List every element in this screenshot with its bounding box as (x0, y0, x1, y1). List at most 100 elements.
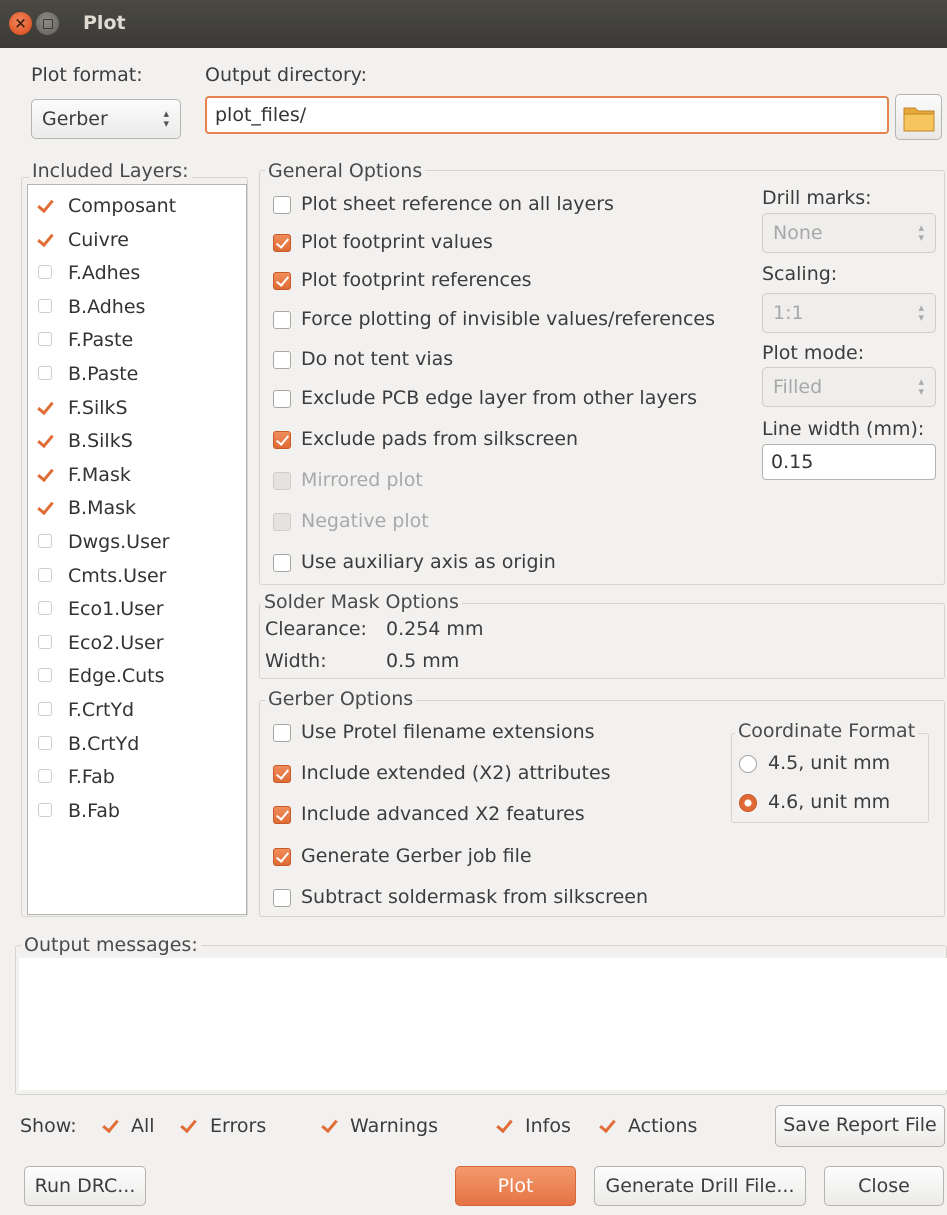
solder-mask-frame (259, 603, 945, 679)
close-window-icon[interactable]: × (9, 12, 32, 35)
coordinate-format-title: Coordinate Format (735, 720, 919, 742)
output-messages-box[interactable] (19, 958, 947, 1090)
general-option-checkbox[interactable] (273, 234, 291, 252)
show-warnings-checkbox[interactable] (322, 1118, 336, 1132)
gerber-options-title: Gerber Options (265, 688, 417, 710)
general-option-label: Plot sheet reference on all layers (301, 193, 614, 215)
layer-checkbox[interactable] (38, 702, 52, 716)
layer-checkbox[interactable] (38, 668, 52, 683)
gerber-option-checkbox[interactable] (273, 889, 291, 907)
general-option-checkbox[interactable] (273, 513, 291, 531)
plot-mode-select[interactable]: Filled ▴ ▾ (762, 367, 936, 407)
layer-label: B.Mask (68, 497, 137, 520)
general-option-label: Exclude PCB edge layer from other layers (301, 387, 697, 409)
layer-checkbox[interactable] (38, 534, 52, 548)
general-option-checkbox[interactable] (273, 554, 291, 572)
close-button[interactable]: Close (824, 1166, 944, 1206)
show-all-checkbox[interactable] (103, 1118, 117, 1132)
gerber-option-checkbox[interactable] (273, 848, 291, 866)
scaling-value: 1:1 (773, 302, 804, 324)
show-actions-label: Actions (628, 1115, 698, 1137)
layer-checkbox[interactable] (38, 467, 52, 481)
layer-label: Cmts.User (68, 564, 167, 587)
show-errors-checkbox[interactable] (181, 1118, 195, 1132)
drill-marks-select[interactable]: None ▴ ▾ (762, 213, 936, 253)
minimize-window-icon[interactable] (36, 12, 59, 35)
save-report-file-button[interactable]: Save Report File (775, 1105, 945, 1147)
layer-checkbox[interactable] (38, 332, 52, 347)
layer-checkbox[interactable] (38, 567, 52, 582)
general-option-checkbox[interactable] (273, 472, 291, 490)
general-option-label: Mirrored plot (301, 469, 423, 491)
layer-label: Edge.Cuts (68, 665, 165, 688)
drill-marks-label: Drill marks: (762, 187, 872, 209)
layer-label: B.Adhes (68, 295, 146, 318)
output-directory-label: Output directory: (205, 64, 368, 86)
layer-checkbox[interactable] (38, 735, 52, 750)
general-option-checkbox[interactable] (273, 390, 291, 408)
show-infos-label: Infos (525, 1115, 571, 1137)
layer-checkbox[interactable] (38, 769, 52, 784)
coord-format-4-6-radio[interactable] (739, 794, 757, 812)
window-title: Plot (83, 12, 126, 34)
browse-folder-button[interactable] (895, 94, 942, 140)
width-value: 0.5 mm (386, 650, 460, 672)
output-directory-input[interactable]: plot_files/ (205, 96, 889, 134)
layer-checkbox[interactable] (38, 232, 52, 246)
generate-drill-file-button[interactable]: Generate Drill File... (594, 1166, 806, 1206)
spin-arrows-icon: ▴ ▾ (163, 107, 169, 130)
show-infos-checkbox[interactable] (497, 1118, 511, 1132)
clearance-label: Clearance: (265, 618, 367, 640)
layers-list: Composant Cuivre F.Adhes B.Adhes F.Paste B.Pa… (27, 184, 247, 915)
gerber-option-checkbox[interactable] (273, 806, 291, 824)
layer-label: Eco1.User (68, 598, 164, 621)
layer-label: F.SilkS (68, 396, 128, 419)
layer-checkbox[interactable] (38, 433, 52, 447)
coord-format-4-5-radio[interactable] (739, 755, 757, 773)
spin-arrows-icon: ▴ ▾ (918, 375, 924, 398)
layer-checkbox[interactable] (38, 366, 52, 380)
run-drc-button[interactable]: Run DRC... (24, 1166, 146, 1206)
layer-label: F.Mask (68, 463, 131, 486)
plot-button[interactable]: Plot (455, 1166, 576, 1206)
layer-label: F.Fab (68, 766, 115, 789)
coord-format-4-5-label: 4.5, unit mm (768, 752, 891, 774)
layer-checkbox[interactable] (38, 634, 52, 649)
spin-arrows-icon: ▴ ▾ (918, 301, 924, 324)
general-option-checkbox[interactable] (273, 272, 291, 290)
included-layers-label: Included Layers: (29, 160, 192, 182)
coord-format-4-6-label: 4.6, unit mm (768, 791, 891, 813)
general-option-checkbox[interactable] (273, 431, 291, 449)
show-all-label: All (131, 1115, 155, 1137)
title-bar: × Plot (0, 0, 947, 48)
general-option-checkbox[interactable] (273, 196, 291, 214)
show-label: Show: (20, 1115, 77, 1137)
line-width-input[interactable]: 0.15 (762, 444, 936, 480)
layer-checkbox[interactable] (38, 265, 52, 280)
scaling-label: Scaling: (762, 263, 838, 285)
general-option-checkbox[interactable] (273, 351, 291, 369)
layer-checkbox[interactable] (38, 601, 52, 616)
general-option-label: Plot footprint values (301, 231, 493, 253)
gerber-option-label: Subtract soldermask from silkscreen (301, 886, 649, 908)
show-actions-checkbox[interactable] (600, 1118, 614, 1132)
layer-checkbox[interactable] (38, 400, 52, 414)
general-option-label: Force plotting of invisible values/refer… (301, 308, 715, 330)
gerber-option-label: Generate Gerber job file (301, 845, 532, 867)
general-option-checkbox[interactable] (273, 311, 291, 329)
gerber-option-checkbox[interactable] (273, 724, 291, 742)
drill-marks-value: None (773, 222, 823, 244)
output-messages-label: Output messages: (21, 934, 201, 956)
gerber-option-checkbox[interactable] (273, 765, 291, 783)
layer-label: F.Paste (68, 329, 134, 352)
layer-checkbox[interactable] (38, 802, 52, 817)
general-option-label: Use auxiliary axis as origin (301, 551, 556, 573)
general-option-label: Exclude pads from silkscreen (301, 428, 579, 450)
plot-format-select[interactable]: Gerber ▴ ▾ (31, 99, 181, 139)
show-warnings-label: Warnings (350, 1115, 439, 1137)
layer-label: B.CrtYd (68, 732, 140, 755)
layer-checkbox[interactable] (38, 500, 52, 514)
scaling-select[interactable]: 1:1 ▴ ▾ (762, 293, 936, 333)
layer-checkbox[interactable] (38, 198, 52, 212)
layer-checkbox[interactable] (38, 298, 52, 313)
